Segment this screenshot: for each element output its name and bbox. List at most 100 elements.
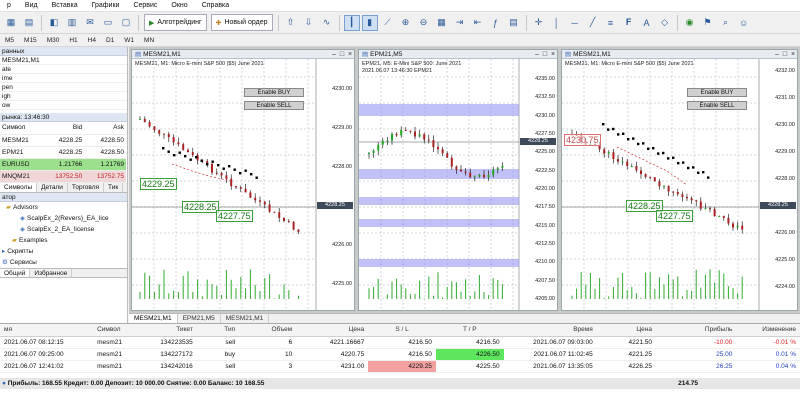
minimize-icon[interactable]: –: [533, 51, 541, 58]
menu-tools[interactable]: Сервис: [126, 2, 164, 9]
cell-sl[interactable]: 4229.25: [368, 360, 436, 373]
col-time[interactable]: мя: [0, 324, 94, 337]
enable-sell-button[interactable]: Enable SELL: [687, 101, 747, 110]
col-time2[interactable]: Время: [503, 324, 597, 337]
timeframe-m5[interactable]: M5: [0, 37, 19, 44]
table-row[interactable]: 2021.06.07 08:12:15 mesm21 134223535 sel…: [0, 336, 800, 349]
maximize-icon[interactable]: □: [338, 51, 346, 58]
cell-sl[interactable]: 4216.50: [368, 348, 436, 361]
col-symbol[interactable]: Символ: [93, 324, 147, 337]
chart-window-1[interactable]: ▤ MESM21,M1 – □ × 4230.00 4229.00 4228.00 4…: [131, 49, 355, 311]
nav-item-ea[interactable]: ◈ ScalpEx_2(Revers)_EA_lice: [0, 213, 127, 224]
data-window-icon[interactable]: ▥: [64, 15, 80, 31]
close-icon[interactable]: ×: [789, 51, 797, 58]
nav-item-examples[interactable]: ▰ Examples: [0, 235, 127, 246]
indicators-icon[interactable]: ƒ: [488, 15, 504, 31]
search-icon[interactable]: ⌕: [718, 15, 734, 31]
col-volume[interactable]: Объем: [239, 324, 297, 337]
chart-shift-icon[interactable]: ⇤: [470, 15, 486, 31]
mw-col-ask[interactable]: Ask: [84, 122, 126, 135]
col-tp[interactable]: T / P: [435, 324, 504, 337]
chart-tab[interactable]: MESM21,M1: [221, 314, 270, 323]
enable-buy-button[interactable]: Enable BUY: [244, 88, 304, 97]
market-watch-icon[interactable]: ◧: [46, 15, 62, 31]
candle-chart-icon[interactable]: ▮: [361, 14, 378, 31]
col-sl[interactable]: S / L: [368, 324, 436, 337]
maximize-icon[interactable]: □: [781, 51, 789, 58]
cell-sl[interactable]: 4216.50: [368, 336, 436, 349]
autoscroll-icon[interactable]: ⇥: [452, 15, 468, 31]
zoom-in-icon[interactable]: ⊕: [398, 15, 414, 31]
tab-general[interactable]: Общий: [0, 268, 31, 277]
menu-insert[interactable]: Вставка: [45, 2, 85, 9]
enable-buy-button[interactable]: Enable BUY: [687, 88, 747, 97]
menu-file[interactable]: р: [0, 2, 18, 9]
enable-sell-button[interactable]: Enable SELL: [244, 101, 304, 110]
close-icon[interactable]: ×: [346, 51, 354, 58]
col-change[interactable]: Изменение: [736, 324, 800, 337]
col-type[interactable]: Тип: [196, 324, 240, 337]
timeframe-h4[interactable]: H4: [83, 37, 101, 44]
chart-tab[interactable]: EPM21,M5: [178, 314, 221, 323]
templates-icon[interactable]: ▤: [506, 15, 522, 31]
mw-row[interactable]: EURUSD 1.21766 1.21769: [0, 158, 126, 171]
col-profit[interactable]: Прибыль: [656, 324, 737, 337]
timeframe-mn[interactable]: MN: [139, 37, 159, 44]
algo-trading-button[interactable]: ▶ Алготрейдинг: [144, 14, 207, 31]
horizontal-line-icon[interactable]: ─: [567, 15, 583, 31]
terminal-icon[interactable]: ▭: [100, 15, 116, 31]
nav-item-advisors[interactable]: ▰ Advisors: [0, 202, 127, 213]
menu-charts[interactable]: Графики: [85, 2, 127, 9]
tile-windows-icon[interactable]: ▦: [434, 15, 450, 31]
vertical-line-icon[interactable]: │: [549, 15, 565, 31]
signals-icon[interactable]: ⚑: [700, 15, 716, 31]
minimize-icon[interactable]: –: [773, 51, 781, 58]
cell-tp[interactable]: 4216.50: [435, 336, 504, 349]
maximize-icon[interactable]: □: [541, 51, 549, 58]
tab-ticks[interactable]: Тик: [104, 182, 124, 192]
cell-tp[interactable]: 4225.50: [435, 360, 504, 373]
close-icon[interactable]: ×: [549, 51, 557, 58]
menu-window[interactable]: Окно: [164, 2, 194, 9]
text-icon[interactable]: A: [639, 15, 655, 31]
timeframe-w1[interactable]: W1: [119, 37, 139, 44]
table-row[interactable]: 2021.06.07 12:41:02 mesm21 134242016 sel…: [0, 360, 800, 373]
menu-view[interactable]: Вид: [18, 2, 45, 9]
menu-help[interactable]: Справка: [195, 2, 236, 9]
chart-window-3[interactable]: ▤ MESM21,M1 – □ × 4232.00 4231.00 4230.00 4…: [561, 49, 798, 311]
mw-row[interactable]: EPM21 4228.25 4228.50: [0, 146, 126, 159]
new-order-button[interactable]: ✚ Новый ордер: [210, 14, 273, 31]
table-row[interactable]: 2021.06.07 09:25:00 mesm21 134227172 buy…: [0, 348, 800, 361]
trend-down-icon[interactable]: ⇩: [301, 15, 317, 31]
nav-item-services[interactable]: ⚙ Сервисы: [0, 257, 127, 268]
trend-up-icon[interactable]: ⇧: [283, 15, 299, 31]
navigator-icon[interactable]: ✉: [82, 15, 98, 31]
timeframe-m15[interactable]: M15: [19, 37, 42, 44]
chart-tab[interactable]: MESM21,M1: [129, 314, 178, 323]
timeframe-d1[interactable]: D1: [101, 37, 119, 44]
bar-chart-icon[interactable]: ┃: [343, 14, 360, 31]
timeframe-h1[interactable]: H1: [64, 37, 82, 44]
new-chart-icon[interactable]: ▦: [3, 15, 19, 31]
profiles-icon[interactable]: ▤: [21, 15, 37, 31]
mw-row[interactable]: MNQM21 13752.50 13752.75: [0, 170, 126, 183]
zoom-out-icon[interactable]: ⊖: [416, 15, 432, 31]
col-current-price[interactable]: Цена: [596, 324, 656, 337]
tab-trading[interactable]: Торговля: [68, 182, 105, 192]
vps-icon[interactable]: ◉: [682, 15, 698, 31]
cell-tp[interactable]: 4226.50: [435, 348, 504, 361]
crosshair-icon[interactable]: ✛: [531, 15, 547, 31]
shapes-icon[interactable]: ◇: [657, 15, 673, 31]
col-price[interactable]: Цена: [296, 324, 369, 337]
timeframe-m30[interactable]: M30: [42, 37, 65, 44]
fibo-icon[interactable]: 𝐅: [621, 15, 637, 31]
tester-icon[interactable]: ▢: [118, 15, 134, 31]
col-ticket[interactable]: Тикет: [146, 324, 197, 337]
channel-icon[interactable]: ≡: [603, 15, 619, 31]
minimize-icon[interactable]: –: [330, 51, 338, 58]
mw-row[interactable]: MESM21 4228.25 4228.50: [0, 134, 126, 147]
nav-item-ea[interactable]: ◈ ScalpEx_2_EA_license: [0, 224, 127, 235]
tab-favorites[interactable]: Избранное: [30, 268, 73, 277]
mw-col-bid[interactable]: Bid: [42, 122, 85, 135]
mw-col-symbol[interactable]: Символ: [0, 122, 43, 135]
